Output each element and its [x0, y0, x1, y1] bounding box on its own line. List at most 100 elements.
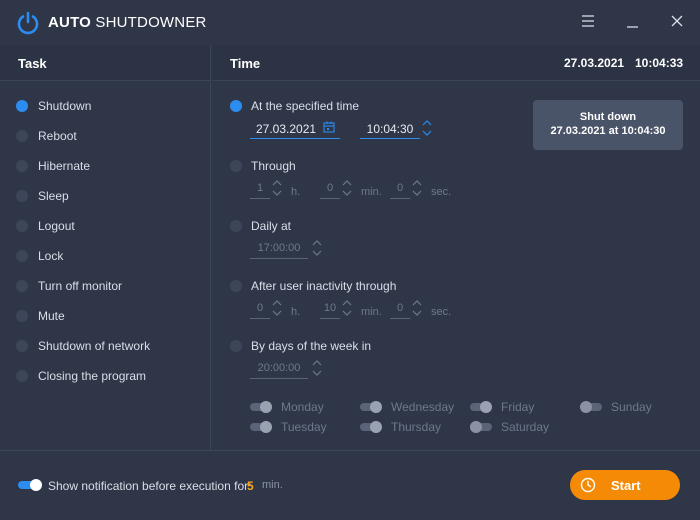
toggle-knob	[370, 401, 382, 413]
spinner-arrows-icon	[412, 300, 422, 316]
panel-divider	[210, 45, 211, 451]
current-time: 10:04:33	[635, 56, 684, 70]
toggle-switch[interactable]	[470, 421, 492, 433]
summary-line-1: Shut down	[579, 111, 637, 123]
calendar-icon[interactable]	[323, 121, 335, 133]
close-button[interactable]	[666, 12, 688, 32]
toggle-knob	[260, 421, 272, 433]
toggle-switch[interactable]	[580, 401, 602, 413]
task-label: Turn off monitor	[38, 279, 123, 293]
hours-value: 1	[256, 182, 264, 194]
date-value: 27.03.2021	[256, 122, 317, 136]
spinner-arrows-icon	[312, 360, 322, 376]
weekday-label: Wednesday	[391, 400, 455, 414]
minutes-unit: min.	[361, 306, 382, 318]
daily-time-input[interactable]: 17:00:00	[250, 239, 308, 259]
task-header: Task	[0, 45, 211, 81]
radio-selected[interactable]	[230, 100, 242, 112]
toggle-switch[interactable]	[360, 401, 382, 413]
hours-unit: h.	[291, 306, 301, 318]
radio[interactable]	[230, 220, 242, 232]
task-label: Shutdown of network	[38, 339, 151, 353]
through-minutes-input[interactable]: 0	[320, 179, 340, 199]
daily-time-spinner[interactable]	[312, 239, 322, 257]
through-minutes-spinner[interactable]	[342, 179, 352, 197]
weekday-label: Friday	[501, 400, 535, 414]
inactivity-hours-spinner[interactable]	[272, 299, 282, 317]
option-label: After user inactivity through	[251, 279, 397, 293]
radio[interactable]	[16, 340, 28, 352]
toggle-switch[interactable]	[250, 401, 272, 413]
days-time-input[interactable]: 20:00:00	[250, 359, 308, 379]
radio[interactable]	[16, 130, 28, 142]
inactivity-seconds-input[interactable]: 0	[390, 299, 410, 319]
radio[interactable]	[16, 190, 28, 202]
power-icon	[17, 11, 39, 35]
through-hours-spinner[interactable]	[272, 179, 282, 197]
toggle-knob	[370, 421, 382, 433]
app-title: AUTO SHUTDOWNER	[48, 14, 207, 31]
seconds-value: 0	[396, 182, 404, 194]
radio[interactable]	[230, 160, 242, 172]
clock-icon	[580, 477, 596, 493]
option-label: At the specified time	[251, 99, 360, 113]
task-label: Logout	[38, 219, 75, 233]
close-icon	[671, 15, 683, 27]
minutes-value: 10	[323, 302, 337, 314]
toggle-switch[interactable]	[360, 421, 382, 433]
radio[interactable]	[16, 370, 28, 382]
footer-divider	[0, 450, 700, 451]
option-label: By days of the week in	[251, 339, 372, 353]
start-button[interactable]: Start	[570, 470, 680, 500]
hours-unit: h.	[291, 186, 301, 198]
spinner-arrows-icon	[272, 300, 282, 316]
weekday-label: Monday	[281, 400, 324, 414]
time-input[interactable]: 10:04:30	[360, 119, 420, 139]
daily-time-value: 17:00:00	[257, 242, 301, 254]
time-header: Time 27.03.2021 10:04:33	[212, 45, 700, 81]
seconds-unit: sec.	[431, 306, 452, 318]
through-hours-input[interactable]: 1	[250, 179, 270, 199]
radio[interactable]	[230, 340, 242, 352]
toggle-knob	[580, 401, 592, 413]
task-label: Hibernate	[38, 159, 91, 173]
radio[interactable]	[230, 280, 242, 292]
notification-minutes[interactable]: 5	[247, 479, 254, 493]
spinner-arrows-icon	[272, 180, 282, 196]
toggle-switch[interactable]	[250, 421, 272, 433]
minutes-value: 0	[326, 182, 334, 194]
weekday-label: Thursday	[391, 420, 442, 434]
inactivity-minutes-spinner[interactable]	[342, 299, 352, 317]
shutdown-summary-card: Shut down 27.03.2021 at 10:04:30	[533, 100, 683, 150]
minutes-unit: min.	[361, 186, 382, 198]
radio-selected[interactable]	[16, 100, 28, 112]
time-value: 10:04:30	[366, 122, 414, 136]
toggle-switch[interactable]	[470, 401, 492, 413]
inactivity-minutes-input[interactable]: 10	[320, 299, 340, 319]
notification-label: Show notification before execution for:	[48, 479, 252, 493]
radio[interactable]	[16, 250, 28, 262]
menu-button[interactable]	[577, 12, 599, 32]
through-seconds-input[interactable]: 0	[390, 179, 410, 199]
inactivity-seconds-spinner[interactable]	[412, 299, 422, 317]
radio[interactable]	[16, 220, 28, 232]
seconds-unit: sec.	[431, 186, 452, 198]
radio[interactable]	[16, 280, 28, 292]
radio[interactable]	[16, 310, 28, 322]
toggle-knob	[260, 401, 272, 413]
spinner-arrows-icon	[412, 180, 422, 196]
through-seconds-spinner[interactable]	[412, 179, 422, 197]
task-label: Shutdown	[38, 99, 92, 113]
spinner-arrows-icon	[422, 120, 432, 136]
option-label: Daily at	[251, 219, 292, 233]
days-time-spinner[interactable]	[312, 359, 322, 377]
task-label: Reboot	[38, 129, 77, 143]
toggle-knob	[30, 479, 42, 491]
time-spinner[interactable]	[422, 119, 432, 137]
minimize-button[interactable]	[622, 12, 644, 32]
radio[interactable]	[16, 160, 28, 172]
inactivity-hours-input[interactable]: 0	[250, 299, 270, 319]
notification-toggle[interactable]	[18, 479, 42, 491]
seconds-value: 0	[396, 302, 404, 314]
spinner-arrows-icon	[312, 240, 322, 256]
